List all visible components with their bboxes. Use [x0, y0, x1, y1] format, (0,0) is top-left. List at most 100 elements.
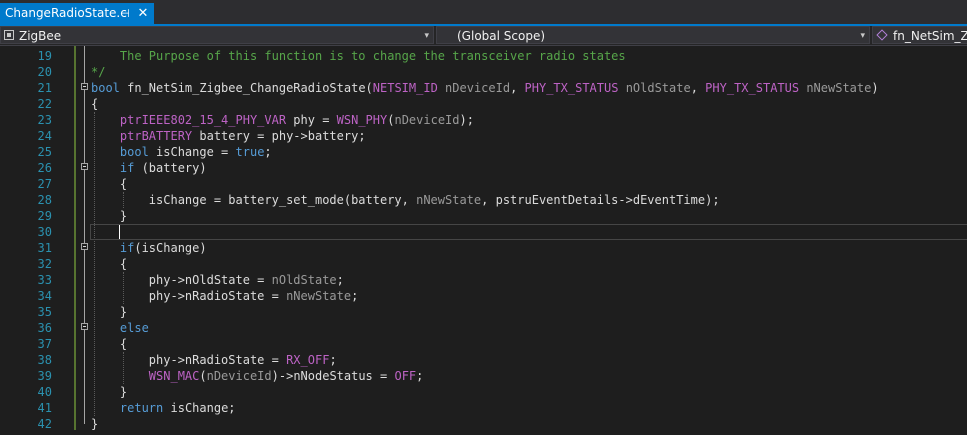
- chevron-down-icon: ▾: [860, 31, 865, 41]
- collapse-icon[interactable]: [81, 83, 88, 90]
- code-text: }: [91, 416, 98, 432]
- code-line[interactable]: 23 ptrIEEE802_15_4_PHY_VAR phy = WSN_PHY…: [0, 112, 967, 128]
- close-icon[interactable]: ✕: [136, 3, 150, 24]
- macro-token: OFF: [394, 369, 417, 383]
- current-line-highlight: [90, 224, 967, 240]
- macro-token: WSN_MAC: [148, 369, 200, 383]
- code-text: }: [91, 304, 127, 320]
- code-line[interactable]: 22 {: [0, 96, 967, 112]
- line-number: 33: [37, 273, 52, 287]
- code-text: WSN_MAC(nDeviceId)->nNodeStatus = OFF;: [91, 368, 424, 384]
- macro-token: ptrBATTERY: [119, 129, 193, 143]
- pin-icon[interactable]: ⊣: [119, 3, 131, 24]
- chevron-down-icon: ▾: [424, 31, 429, 41]
- code-line[interactable]: 30: [0, 224, 967, 240]
- code-line[interactable]: 42}: [0, 416, 967, 432]
- comment-token: The Purpose of this function is to chang…: [91, 49, 626, 63]
- line-number: 36: [37, 321, 52, 335]
- code-line[interactable]: 33 phy->nOldState = nOldState;: [0, 272, 967, 288]
- code-token: phy->nOldState =: [91, 273, 272, 287]
- code-line[interactable]: 25 bool isChange = true;: [0, 144, 967, 160]
- keyword-token: if: [119, 241, 135, 255]
- code-line[interactable]: 29 }: [0, 208, 967, 224]
- code-line[interactable]: 21 bool fn_NetSim_Zigbee_ChangeRadioState…: [0, 80, 967, 96]
- code-line[interactable]: 36 else: [0, 320, 967, 336]
- parameter-token: nNewState: [416, 193, 482, 207]
- scope-dropdown[interactable]: (Global Scope) ▾: [436, 26, 870, 44]
- code-token: ;: [351, 289, 359, 303]
- code-line[interactable]: 28 isChange = battery_set_mode(battery, …: [0, 192, 967, 208]
- keyword-token: bool: [91, 81, 120, 95]
- line-number: 20: [37, 65, 52, 79]
- collapse-icon[interactable]: [81, 163, 88, 170]
- tab-title: ChangeRadioState.c: [5, 6, 127, 20]
- code-line[interactable]: 34 phy->nRadioState = nNewState;: [0, 288, 967, 304]
- macro-token: ptrIEEE802_15_4_PHY_VAR: [119, 113, 287, 127]
- code-token: , pstruEventDetails->dEventTime);: [481, 193, 720, 207]
- project-dropdown[interactable]: ZigBee ▾: [0, 26, 434, 44]
- code-token: battery = phy->battery;: [192, 129, 366, 143]
- code-text: The Purpose of this function is to chang…: [91, 48, 626, 64]
- parameter-token: nNewState: [806, 81, 872, 95]
- code-line[interactable]: 32 {: [0, 256, 967, 272]
- code-text: ptrBATTERY battery = phy->battery;: [91, 128, 366, 144]
- code-text: phy->nOldState = nOldState;: [91, 272, 344, 288]
- code-token: isChange =: [148, 145, 236, 159]
- collapse-icon[interactable]: [81, 243, 88, 250]
- code-line[interactable]: 24 ptrBATTERY battery = phy->battery;: [0, 128, 967, 144]
- line-number: 38: [37, 353, 52, 367]
- code-line[interactable]: 27 {: [0, 176, 967, 192]
- code-line[interactable]: 38 phy->nRadioState = RX_OFF;: [0, 352, 967, 368]
- scope-name: (Global Scope): [457, 29, 546, 43]
- navigation-bar: ZigBee ▾ (Global Scope) ▾ fn_NetSim_Zigb…: [0, 26, 967, 46]
- project-name: ZigBee: [19, 29, 62, 43]
- code-token: ,: [690, 81, 706, 95]
- text-caret: [119, 225, 120, 239]
- code-token: ;: [416, 369, 424, 383]
- code-line[interactable]: 39 WSN_MAC(nDeviceId)->nNodeStatus = OFF…: [0, 368, 967, 384]
- code-line[interactable]: 35 }: [0, 304, 967, 320]
- code-text: ptrIEEE802_15_4_PHY_VAR phy = WSN_PHY(nD…: [91, 112, 474, 128]
- code-token: }: [91, 305, 128, 319]
- code-line[interactable]: 37 {: [0, 336, 967, 352]
- code-line[interactable]: 20 */: [0, 64, 967, 80]
- code-line[interactable]: 40 }: [0, 384, 967, 400]
- function-dropdown[interactable]: fn_NetSim_Zigbee_ChangeRadioState: [872, 26, 967, 44]
- line-number: 29: [37, 209, 52, 223]
- code-text: if (battery): [91, 160, 207, 176]
- line-number: 27: [37, 177, 52, 191]
- code-token: {: [91, 257, 128, 271]
- line-number: 37: [37, 337, 52, 351]
- code-token: {: [91, 97, 99, 111]
- parameter-token: nOldState: [271, 273, 337, 287]
- code-text: phy->nRadioState = RX_OFF;: [91, 352, 337, 368]
- macro-token: PHY_TX_STATUS: [524, 81, 619, 95]
- code-line[interactable]: 41 return isChange;: [0, 400, 967, 416]
- line-number: 39: [37, 369, 52, 383]
- code-text: return isChange;: [91, 400, 236, 416]
- line-number: 19: [37, 49, 52, 63]
- code-editor[interactable]: 19 The Purpose of this function is to ch…: [0, 46, 967, 435]
- parameter-token: nOldState: [625, 81, 691, 95]
- code-line[interactable]: 19 The Purpose of this function is to ch…: [0, 48, 967, 64]
- code-token: isChange;: [163, 401, 236, 415]
- code-text: {: [91, 336, 127, 352]
- line-number: 34: [37, 289, 52, 303]
- code-token: fn_NetSim_Zigbee_ChangeRadioState(: [119, 81, 373, 95]
- code-line[interactable]: 31 if(isChange): [0, 240, 967, 256]
- collapse-icon[interactable]: [81, 323, 88, 330]
- code-text: else: [91, 320, 149, 336]
- code-text: }: [91, 384, 127, 400]
- code-token: ;: [336, 273, 344, 287]
- code-line[interactable]: 26 if (battery): [0, 160, 967, 176]
- function-icon: [876, 29, 888, 41]
- parameter-token: nDeviceId: [206, 369, 272, 383]
- line-number: 23: [37, 113, 52, 127]
- tab-changeradiostate[interactable]: ChangeRadioState.c ⊣ ✕: [0, 3, 154, 24]
- keyword-token: if: [119, 161, 135, 175]
